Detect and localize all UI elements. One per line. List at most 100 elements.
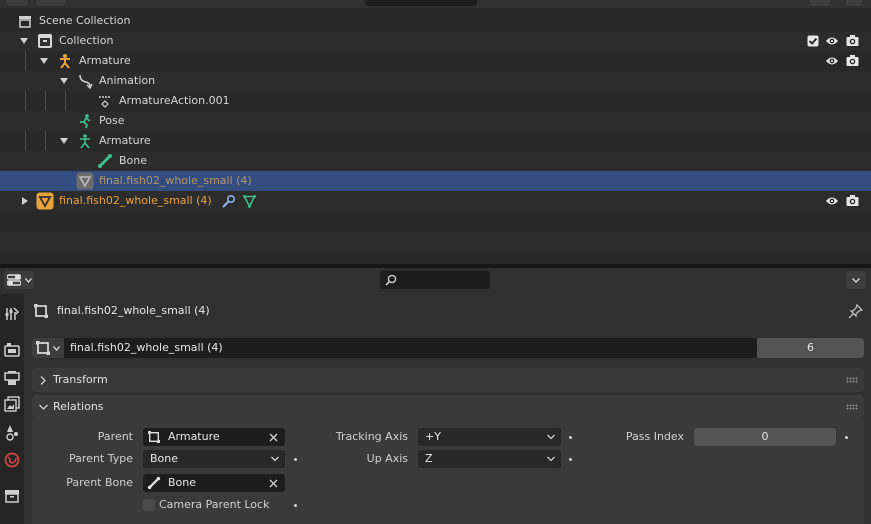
pass-index-field[interactable]: 0 [694,428,836,446]
tracking-axis-label: Tracking Axis [335,430,408,443]
tracking-axis-value: +Y [425,430,441,443]
animation-label: Animation [99,74,156,87]
wrench-icon[interactable] [221,194,236,209]
animate-property-dot[interactable] [294,458,297,461]
outliner-row-scene-collection[interactable]: Scene Collection [0,11,871,31]
tracking-axis-dropdown[interactable]: +Y [418,428,561,446]
scene-collection-label: Scene Collection [39,14,131,27]
animate-property-dot[interactable] [294,504,297,507]
animate-property-dot[interactable] [569,436,572,439]
parent-bone-value: Bone [168,476,197,489]
parent-type-value: Bone [150,452,179,465]
search-icon [385,274,397,286]
camera-icon[interactable] [846,54,859,67]
outliner-editor: Scene Collection Collection Armature Ani… [0,0,871,264]
panel-grip-icon[interactable] [846,377,858,383]
view-layer-tab-icon[interactable] [2,394,22,414]
pose-icon [80,114,91,129]
datablock-name-field[interactable]: final.fish02_whole_small (4) [64,338,757,358]
eye-icon[interactable] [825,35,839,47]
clear-x-icon[interactable] [269,479,278,488]
output-tab-icon[interactable] [2,368,22,388]
up-axis-dropdown[interactable]: Z [418,450,561,468]
expand-arrow-icon[interactable] [60,77,68,85]
outliner-filter-popover[interactable] [846,0,862,6]
transform-panel-title: Transform [53,373,108,386]
bone-icon [98,154,112,168]
chevron-down-icon [271,456,279,462]
expand-arrow-icon[interactable] [60,137,68,145]
object-icon [34,304,48,318]
collapsed-arrow-icon[interactable] [21,197,29,205]
outliner-row-action[interactable]: ArmatureAction.001 [0,91,871,111]
outliner-row-animation[interactable]: Animation [0,71,871,91]
armature-object-label: Armature [79,54,131,67]
clear-x-icon[interactable] [269,433,278,442]
display-mode-button[interactable] [6,0,28,6]
parent-bone-field[interactable]: Bone [143,474,285,492]
mesh-data-icon[interactable] [242,194,257,209]
camera-icon[interactable] [846,34,859,47]
parent-bone-label: Parent Bone [66,476,133,489]
options-dropdown-button[interactable] [846,271,866,289]
eye-icon[interactable] [825,195,839,207]
mesh-object-icon [76,172,94,190]
camera-icon[interactable] [846,194,859,207]
pose-label: Pose [99,114,125,127]
parent-type-dropdown[interactable]: Bone [143,450,285,468]
editor-type-button[interactable] [4,271,34,289]
scene-collection-icon [19,16,31,28]
tool-tab-icon[interactable] [2,304,22,324]
outliner-header-strip [0,0,871,8]
collection-label: Collection [59,34,114,47]
chevron-down-icon [39,404,48,410]
render-tab-icon[interactable] [2,340,22,360]
mesh-object-icon [36,192,54,210]
outliner-search-field[interactable] [365,0,477,6]
outliner-empty-row [0,231,871,251]
outliner-row-pose[interactable]: Pose [0,111,871,131]
datablock-name-value: final.fish02_whole_small (4) [70,341,223,354]
mesh-root-label: final.fish02_whole_small (4) [59,194,212,207]
expand-arrow-icon[interactable] [20,37,28,45]
chevron-down-icon [547,434,555,440]
armature-data-label: Armature [99,134,151,147]
filter-button[interactable] [36,0,66,6]
outliner-row-collection[interactable]: Collection [0,31,871,51]
collection-tab-icon[interactable] [2,486,22,506]
pin-icon[interactable] [848,303,864,319]
outliner-row-armature-object[interactable]: Armature [0,51,871,71]
browse-object-button[interactable] [32,338,64,358]
chevron-down-icon [53,346,60,351]
eye-icon[interactable] [825,55,839,67]
camera-parent-lock-label: Camera Parent Lock [159,498,270,511]
panel-grip-icon[interactable] [846,404,858,410]
scene-tab-icon[interactable] [2,422,22,442]
pass-index-value: 0 [761,430,769,443]
new-collection-button[interactable] [810,0,830,6]
properties-search-field[interactable] [380,271,490,289]
collection-box-icon [38,34,52,48]
world-tab-icon[interactable] [2,450,22,470]
animate-property-dot[interactable] [845,436,848,439]
users-count-button[interactable]: 6 [757,338,864,358]
outliner-row-mesh-child[interactable]: final.fish02_whole_small (4) [0,171,871,191]
parent-field[interactable]: Armature [143,428,285,446]
transform-panel-header[interactable]: Transform [32,368,864,392]
relations-panel-header[interactable]: Relations [32,395,864,419]
outliner-empty-row [0,211,871,231]
armature-object-icon [60,54,70,69]
outliner-row-bone[interactable]: Bone [0,151,871,171]
expand-arrow-icon[interactable] [40,57,48,65]
armature-data-icon [80,134,90,149]
animate-property-dot[interactable] [569,458,572,461]
outliner-row-mesh-root[interactable]: final.fish02_whole_small (4) [0,191,871,211]
relations-panel-title: Relations [53,400,104,413]
properties-tab-bar [0,294,24,524]
camera-parent-lock-checkbox[interactable] [143,499,155,511]
object-icon [148,431,160,443]
exclude-checkbox[interactable] [807,35,819,47]
pass-index-label: Pass Index [625,430,684,443]
parent-type-label: Parent Type [69,452,133,465]
outliner-row-armature-data[interactable]: Armature [0,131,871,151]
